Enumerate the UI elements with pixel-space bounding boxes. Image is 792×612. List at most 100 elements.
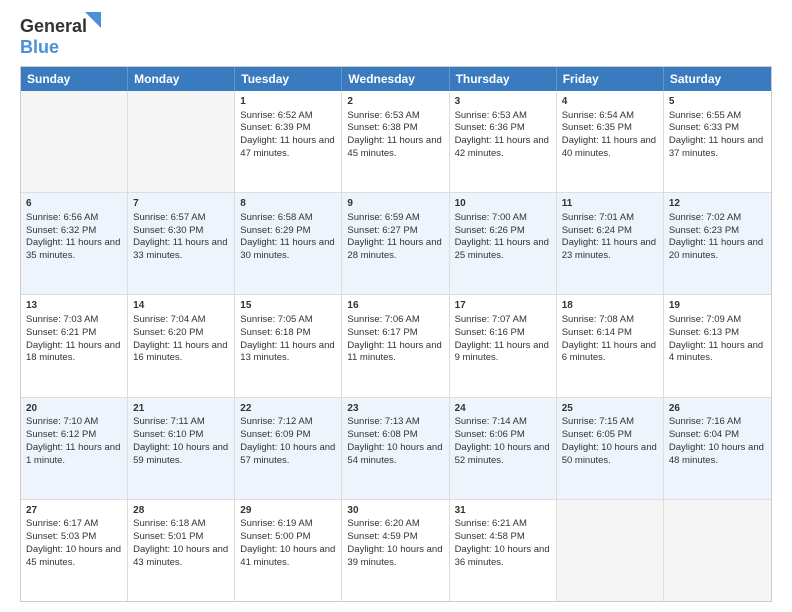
sunset-text: Sunset: 6:21 PM — [26, 327, 96, 338]
day-number: 27 — [26, 504, 122, 518]
daylight-text: Daylight: 10 hours and 45 minutes. — [26, 544, 121, 568]
day-number: 7 — [133, 197, 229, 211]
daylight-text: Daylight: 11 hours and 28 minutes. — [347, 237, 441, 261]
calendar-cell: 28 Sunrise: 6:18 AM Sunset: 5:01 PM Dayl… — [128, 500, 235, 601]
calendar-cell: 16 Sunrise: 7:06 AM Sunset: 6:17 PM Dayl… — [342, 295, 449, 396]
daylight-text: Daylight: 11 hours and 37 minutes. — [669, 135, 763, 159]
day-number: 2 — [347, 95, 443, 109]
day-number: 8 — [240, 197, 336, 211]
page: General Blue SundayMondayTuesdayWednesda… — [0, 0, 792, 612]
sunset-text: Sunset: 6:24 PM — [562, 225, 632, 236]
daylight-text: Daylight: 11 hours and 9 minutes. — [455, 340, 549, 364]
sunrise-text: Sunrise: 7:11 AM — [133, 416, 205, 427]
calendar-cell: 3 Sunrise: 6:53 AM Sunset: 6:36 PM Dayli… — [450, 91, 557, 192]
day-number: 19 — [669, 299, 766, 313]
calendar-cell — [128, 91, 235, 192]
header: General Blue — [20, 16, 772, 58]
logo: General Blue — [20, 16, 87, 58]
sunrise-text: Sunrise: 6:58 AM — [240, 212, 312, 223]
daylight-text: Daylight: 11 hours and 30 minutes. — [240, 237, 334, 261]
daylight-text: Daylight: 11 hours and 11 minutes. — [347, 340, 441, 364]
sunset-text: Sunset: 5:03 PM — [26, 531, 96, 542]
daylight-text: Daylight: 11 hours and 1 minute. — [26, 442, 120, 466]
sunrise-text: Sunrise: 7:03 AM — [26, 314, 98, 325]
sunset-text: Sunset: 6:10 PM — [133, 429, 203, 440]
sunset-text: Sunset: 6:05 PM — [562, 429, 632, 440]
calendar-cell: 13 Sunrise: 7:03 AM Sunset: 6:21 PM Dayl… — [21, 295, 128, 396]
sunset-text: Sunset: 4:58 PM — [455, 531, 525, 542]
calendar-cell: 18 Sunrise: 7:08 AM Sunset: 6:14 PM Dayl… — [557, 295, 664, 396]
calendar-cell: 4 Sunrise: 6:54 AM Sunset: 6:35 PM Dayli… — [557, 91, 664, 192]
calendar-cell: 29 Sunrise: 6:19 AM Sunset: 5:00 PM Dayl… — [235, 500, 342, 601]
sunset-text: Sunset: 6:33 PM — [669, 122, 739, 133]
sunset-text: Sunset: 6:35 PM — [562, 122, 632, 133]
sunrise-text: Sunrise: 7:08 AM — [562, 314, 634, 325]
calendar-cell: 22 Sunrise: 7:12 AM Sunset: 6:09 PM Dayl… — [235, 398, 342, 499]
sunrise-text: Sunrise: 6:18 AM — [133, 518, 205, 529]
daylight-text: Daylight: 10 hours and 41 minutes. — [240, 544, 335, 568]
daylight-text: Daylight: 11 hours and 33 minutes. — [133, 237, 227, 261]
calendar-row: 20 Sunrise: 7:10 AM Sunset: 6:12 PM Dayl… — [21, 398, 771, 500]
sunrise-text: Sunrise: 7:05 AM — [240, 314, 312, 325]
sunrise-text: Sunrise: 7:01 AM — [562, 212, 634, 223]
sunrise-text: Sunrise: 7:07 AM — [455, 314, 527, 325]
sunset-text: Sunset: 6:30 PM — [133, 225, 203, 236]
calendar-cell: 14 Sunrise: 7:04 AM Sunset: 6:20 PM Dayl… — [128, 295, 235, 396]
calendar-body: 1 Sunrise: 6:52 AM Sunset: 6:39 PM Dayli… — [21, 91, 771, 601]
sunset-text: Sunset: 5:01 PM — [133, 531, 203, 542]
calendar-cell: 26 Sunrise: 7:16 AM Sunset: 6:04 PM Dayl… — [664, 398, 771, 499]
day-number: 26 — [669, 402, 766, 416]
sunrise-text: Sunrise: 7:02 AM — [669, 212, 741, 223]
sunrise-text: Sunrise: 7:13 AM — [347, 416, 419, 427]
daylight-text: Daylight: 10 hours and 54 minutes. — [347, 442, 442, 466]
calendar-row: 13 Sunrise: 7:03 AM Sunset: 6:21 PM Dayl… — [21, 295, 771, 397]
daylight-text: Daylight: 11 hours and 25 minutes. — [455, 237, 549, 261]
daylight-text: Daylight: 11 hours and 20 minutes. — [669, 237, 763, 261]
daylight-text: Daylight: 11 hours and 42 minutes. — [455, 135, 549, 159]
calendar-cell: 8 Sunrise: 6:58 AM Sunset: 6:29 PM Dayli… — [235, 193, 342, 294]
daylight-text: Daylight: 10 hours and 52 minutes. — [455, 442, 550, 466]
calendar-header-cell: Tuesday — [235, 67, 342, 91]
sunset-text: Sunset: 6:26 PM — [455, 225, 525, 236]
day-number: 1 — [240, 95, 336, 109]
sunset-text: Sunset: 6:38 PM — [347, 122, 417, 133]
calendar-cell: 25 Sunrise: 7:15 AM Sunset: 6:05 PM Dayl… — [557, 398, 664, 499]
calendar-cell — [21, 91, 128, 192]
calendar-row: 6 Sunrise: 6:56 AM Sunset: 6:32 PM Dayli… — [21, 193, 771, 295]
day-number: 13 — [26, 299, 122, 313]
calendar-row: 1 Sunrise: 6:52 AM Sunset: 6:39 PM Dayli… — [21, 91, 771, 193]
sunset-text: Sunset: 6:12 PM — [26, 429, 96, 440]
day-number: 30 — [347, 504, 443, 518]
daylight-text: Daylight: 11 hours and 40 minutes. — [562, 135, 656, 159]
sunrise-text: Sunrise: 6:20 AM — [347, 518, 419, 529]
sunset-text: Sunset: 6:17 PM — [347, 327, 417, 338]
calendar-header-cell: Sunday — [21, 67, 128, 91]
sunrise-text: Sunrise: 7:06 AM — [347, 314, 419, 325]
day-number: 17 — [455, 299, 551, 313]
sunset-text: Sunset: 6:16 PM — [455, 327, 525, 338]
day-number: 5 — [669, 95, 766, 109]
sunset-text: Sunset: 6:08 PM — [347, 429, 417, 440]
calendar-cell: 17 Sunrise: 7:07 AM Sunset: 6:16 PM Dayl… — [450, 295, 557, 396]
sunset-text: Sunset: 4:59 PM — [347, 531, 417, 542]
sunset-text: Sunset: 6:04 PM — [669, 429, 739, 440]
calendar-cell: 10 Sunrise: 7:00 AM Sunset: 6:26 PM Dayl… — [450, 193, 557, 294]
day-number: 14 — [133, 299, 229, 313]
sunrise-text: Sunrise: 6:53 AM — [347, 110, 419, 121]
day-number: 10 — [455, 197, 551, 211]
day-number: 6 — [26, 197, 122, 211]
sunrise-text: Sunrise: 6:56 AM — [26, 212, 98, 223]
calendar-cell: 2 Sunrise: 6:53 AM Sunset: 6:38 PM Dayli… — [342, 91, 449, 192]
day-number: 18 — [562, 299, 658, 313]
calendar-cell: 12 Sunrise: 7:02 AM Sunset: 6:23 PM Dayl… — [664, 193, 771, 294]
sunrise-text: Sunrise: 6:54 AM — [562, 110, 634, 121]
calendar-cell: 20 Sunrise: 7:10 AM Sunset: 6:12 PM Dayl… — [21, 398, 128, 499]
day-number: 22 — [240, 402, 336, 416]
daylight-text: Daylight: 11 hours and 4 minutes. — [669, 340, 763, 364]
sunrise-text: Sunrise: 7:14 AM — [455, 416, 527, 427]
sunrise-text: Sunrise: 7:00 AM — [455, 212, 527, 223]
calendar-header: SundayMondayTuesdayWednesdayThursdayFrid… — [21, 67, 771, 91]
calendar-cell: 21 Sunrise: 7:11 AM Sunset: 6:10 PM Dayl… — [128, 398, 235, 499]
calendar-cell: 30 Sunrise: 6:20 AM Sunset: 4:59 PM Dayl… — [342, 500, 449, 601]
day-number: 3 — [455, 95, 551, 109]
